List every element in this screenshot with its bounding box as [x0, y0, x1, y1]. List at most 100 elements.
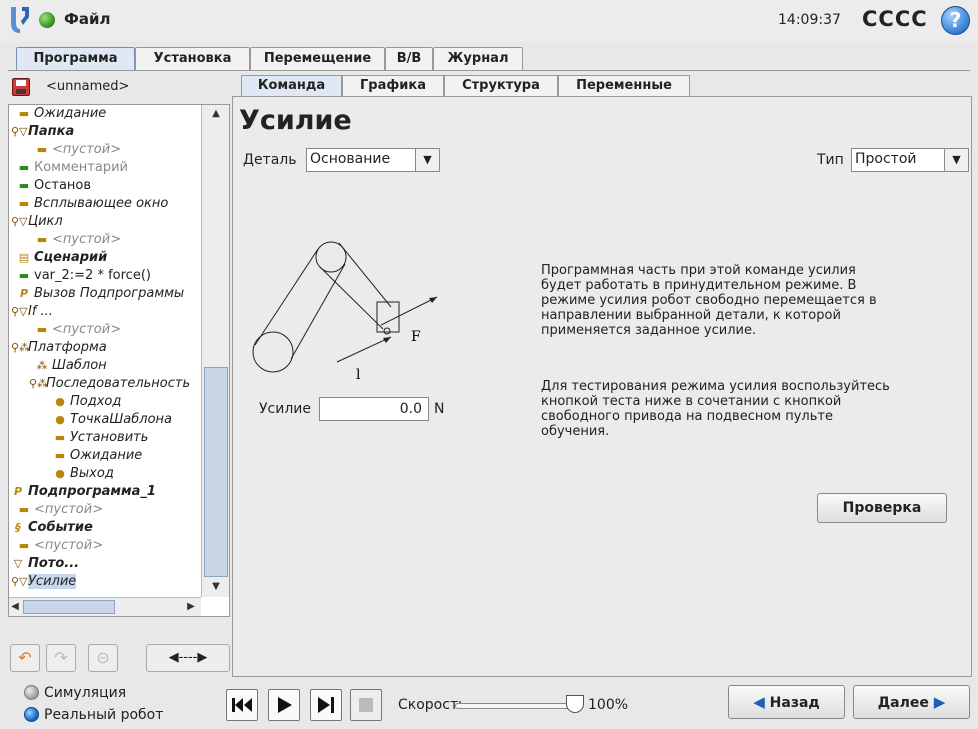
point-icon: ● [55, 467, 65, 480]
dash-icon: ▬ [18, 539, 30, 552]
tree-item[interactable]: ▬ Установить [53, 429, 149, 447]
tab-io[interactable]: В/В [385, 47, 433, 71]
clock: 14:09:37 [778, 12, 841, 28]
force-unit: N [434, 401, 445, 417]
play-button[interactable] [268, 689, 300, 721]
scroll-down-icon[interactable]: ▼ [204, 581, 228, 595]
tree-item[interactable]: ⚲▽Цикл [11, 213, 63, 231]
simulation-radio[interactable]: Симуляция [24, 685, 126, 701]
tree-item[interactable]: ⚲⁂Последовательность [29, 375, 190, 393]
page-title: Усилие [239, 105, 352, 136]
scroll-right-icon[interactable]: ▶ [185, 601, 197, 612]
type-select[interactable]: Простой ▼ [851, 148, 969, 172]
tree-item[interactable]: ▬ <пустой> [17, 501, 103, 519]
program-name-row: <unnamed> [8, 74, 230, 100]
detail-label: Деталь [243, 152, 297, 168]
rewind-button[interactable] [226, 689, 258, 721]
step-forward-icon [318, 697, 334, 713]
stop-icon [359, 698, 373, 712]
tree-horizontal-scrollbar[interactable]: ◀ ▶ [9, 597, 201, 616]
tree-item[interactable]: ▽ Пото... [11, 555, 79, 573]
stop-button[interactable] [350, 689, 382, 721]
subprogram-icon: P [13, 485, 23, 498]
chevron-down-icon[interactable]: ▼ [415, 149, 439, 171]
folder-triangle-icon: ⚲▽ [11, 215, 28, 228]
save-icon[interactable] [12, 78, 30, 96]
scroll-thumb[interactable] [23, 600, 115, 614]
folder-triangle-icon: ⚲▽ [11, 575, 28, 588]
next-button[interactable]: Далее ▶ [853, 685, 970, 719]
tree-item[interactable]: ⁂ Шаблон [35, 357, 107, 375]
undo-icon[interactable]: ↶ [10, 644, 40, 672]
pallet-icon: ⁂ [36, 359, 48, 372]
folder-triangle-icon: ⚲▽ [11, 125, 28, 138]
stop-circle-icon[interactable]: ⊝ [88, 644, 118, 672]
tree-item[interactable]: P Вызов Подпрограммы [17, 285, 184, 303]
folder-triangle-icon: ⚲▽ [11, 305, 28, 318]
description-text: Программная часть при этой команде усили… [541, 263, 877, 338]
rewind-icon [232, 698, 252, 712]
tree-vertical-scrollbar[interactable]: ▲ ▼ [201, 105, 229, 597]
detail-select[interactable]: Основание ▼ [306, 148, 440, 172]
tab-log[interactable]: Журнал [433, 47, 523, 71]
chevron-down-icon[interactable]: ▼ [944, 149, 968, 171]
subprogram-icon: P [19, 287, 29, 300]
tree-item[interactable]: ▬ var_2:=2 * force() [17, 267, 151, 285]
description-text: Для тестирования режима усилия воспользу… [541, 379, 890, 439]
folder-triangle-icon: ▽ [13, 557, 23, 570]
redo-icon[interactable]: ↷ [46, 644, 76, 672]
force-input[interactable]: 0.0 [319, 397, 429, 421]
pallet-icon: ⚲⁂ [11, 341, 31, 354]
tree-item[interactable]: ▬ <пустой> [35, 231, 121, 249]
tab-program[interactable]: Программа [16, 47, 135, 71]
tab-move[interactable]: Перемещение [250, 47, 385, 71]
step-button[interactable] [310, 689, 342, 721]
tree-item[interactable]: P Подпрограмма_1 [11, 483, 156, 501]
arrow-left-icon: ◀ [753, 693, 765, 711]
tree-item[interactable]: ▬ Ожидание [17, 105, 107, 123]
dash-icon: ▬ [18, 179, 30, 192]
tree-item[interactable]: ▬ Ожидание [53, 447, 143, 465]
tree-item[interactable]: ▤ Сценарий [17, 249, 107, 267]
force-diagram: F l [252, 241, 438, 383]
command-panel: Усилие Деталь Основание ▼ Тип Простой ▼ … [232, 96, 972, 677]
scroll-left-icon[interactable]: ◀ [10, 601, 20, 612]
dash-icon: ▬ [18, 197, 30, 210]
arrow-right-icon: ▶ [933, 693, 946, 711]
back-button[interactable]: ◀ Назад [728, 685, 845, 719]
tab-command[interactable]: Команда [241, 75, 342, 97]
tab-installation[interactable]: Установка [135, 47, 250, 71]
scroll-up-icon[interactable]: ▲ [204, 108, 228, 122]
tree-item[interactable]: ● Выход [53, 465, 114, 483]
type-label: Тип [817, 152, 844, 168]
speed-slider-thumb[interactable] [566, 695, 584, 713]
tree-item[interactable]: ⚲⁂Платформа [11, 339, 107, 357]
scroll-thumb[interactable] [204, 367, 228, 577]
tree-item[interactable]: ▬ <пустой> [17, 537, 103, 555]
tree-item[interactable]: ▬ Комментарий [17, 159, 128, 177]
help-icon[interactable]: ? [941, 6, 970, 35]
program-name: <unnamed> [46, 79, 130, 94]
tree-item[interactable]: § Событие [11, 519, 93, 537]
radio-selected-icon [24, 707, 39, 722]
tree-item[interactable]: ▬ Останов [17, 177, 91, 195]
tab-structure[interactable]: Структура [444, 75, 558, 97]
point-icon: ● [55, 413, 65, 426]
radio-icon [24, 685, 39, 700]
detail-select-value: Основание [310, 151, 391, 167]
tab-variables[interactable]: Переменные [558, 75, 690, 97]
tree-item[interactable]: ▬ <пустой> [35, 321, 121, 339]
tree-item[interactable]: ● Подход [53, 393, 121, 411]
test-button[interactable]: Проверка [817, 493, 947, 523]
tree-item[interactable]: ▬ <пустой> [35, 141, 121, 159]
expand-tree-icon[interactable]: ◀----▶ [146, 644, 230, 672]
tree-item[interactable]: ▬ Всплывающее окно [17, 195, 169, 213]
tree-item-selected[interactable]: ⚲▽Усилие [11, 573, 77, 591]
file-menu[interactable]: Файл [64, 10, 111, 28]
tab-graphics[interactable]: Графика [342, 75, 444, 97]
speed-slider[interactable] [455, 703, 575, 709]
real-robot-radio[interactable]: Реальный робот [24, 707, 163, 723]
tree-item[interactable]: ⚲▽Папка [11, 123, 74, 141]
tree-item[interactable]: ● ТочкаШаблона [53, 411, 172, 429]
tree-item[interactable]: ⚲▽If ... [11, 303, 53, 321]
